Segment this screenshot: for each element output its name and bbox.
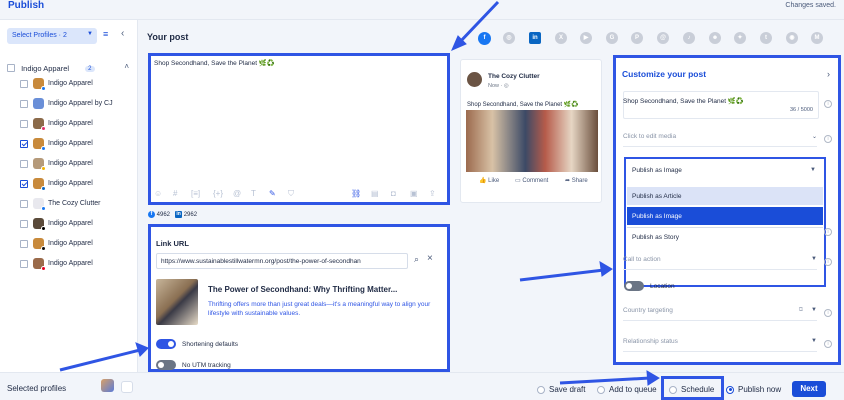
arrow-to-schedule	[559, 376, 651, 385]
arrow-to-editor	[456, 0, 500, 46]
annotation-arrows	[59, 0, 660, 386]
arrow-to-dropdown	[519, 268, 605, 282]
arrow-to-utm	[59, 348, 141, 372]
arrow-head	[135, 342, 149, 357]
arrow-head	[646, 370, 660, 386]
arrow-head	[599, 261, 613, 277]
